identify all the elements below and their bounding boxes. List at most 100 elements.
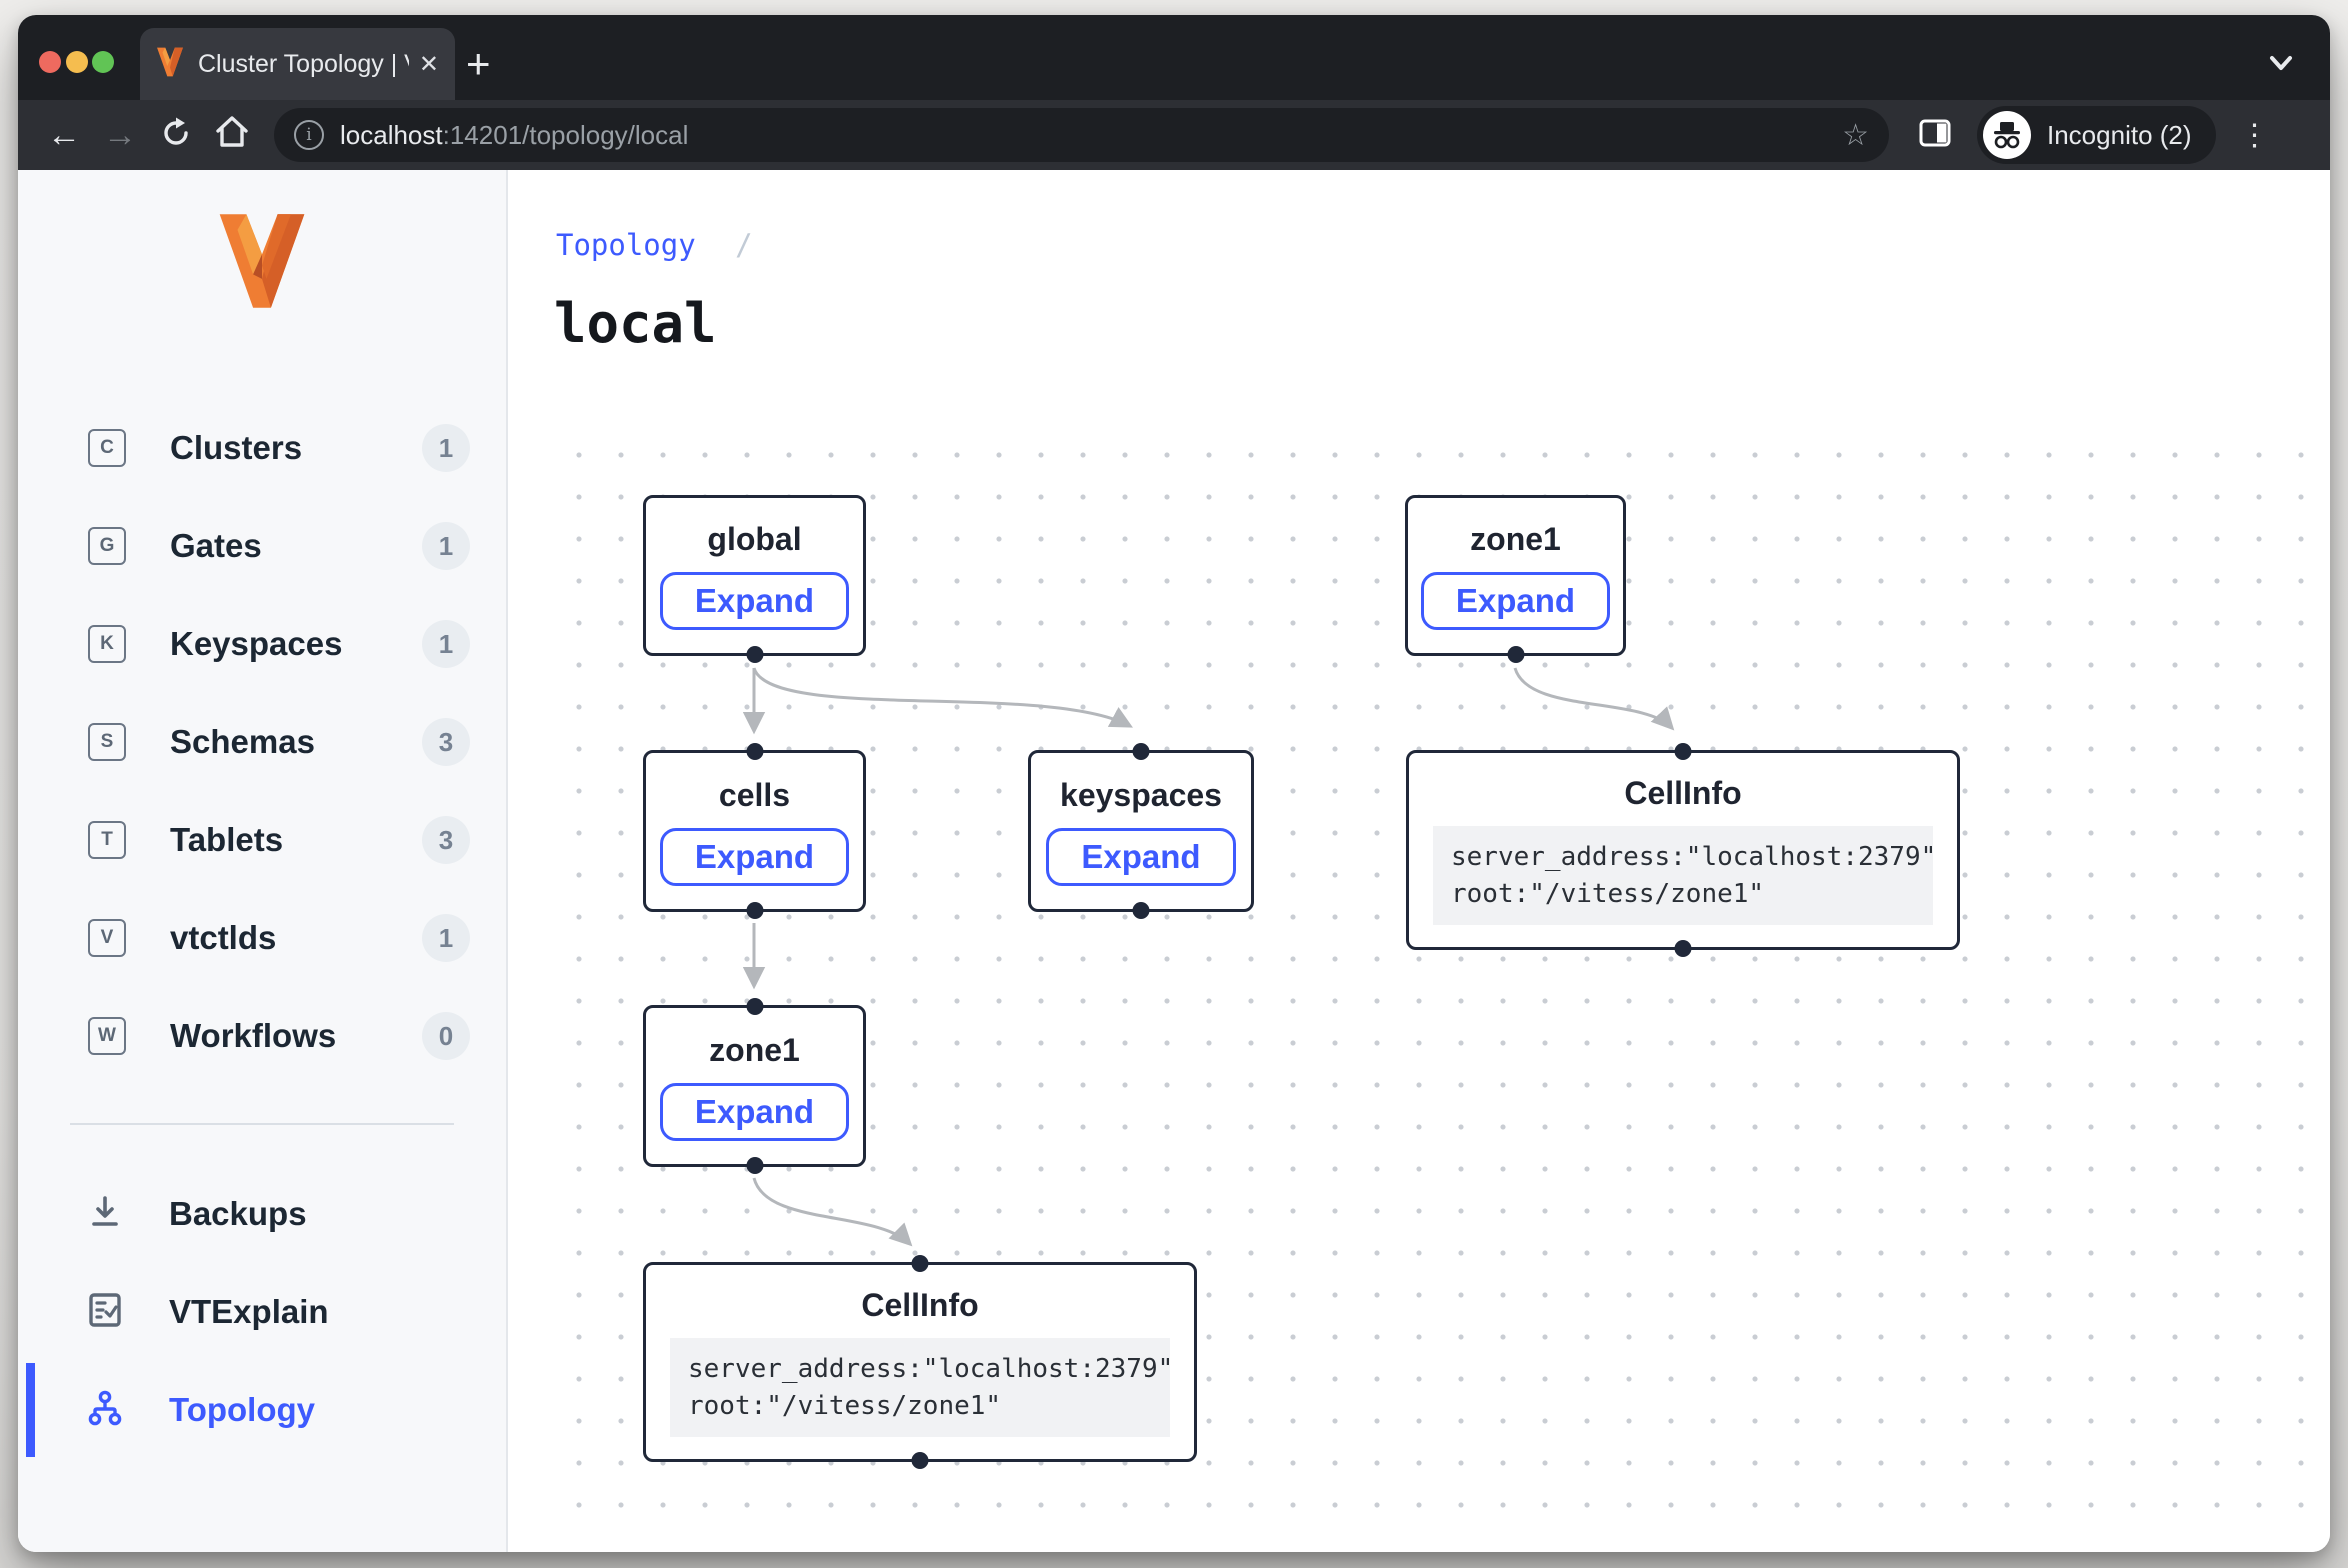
- connection-point: [746, 1157, 763, 1174]
- browser-toolbar: ← → i localhost:14201/topology/local ☆: [18, 100, 2330, 170]
- incognito-badge[interactable]: Incognito (2): [1977, 106, 2216, 164]
- node-keyspaces: keyspaces Expand: [1028, 750, 1254, 912]
- tab-close-icon[interactable]: ✕: [419, 50, 439, 79]
- minimize-window-button[interactable]: [66, 51, 88, 73]
- count-badge: 0: [422, 1012, 470, 1060]
- vtadmin-page: C Clusters 1 G Gates 1 K Keyspaces 1: [18, 170, 2330, 1552]
- expand-button-keyspaces[interactable]: Expand: [1046, 828, 1235, 886]
- count-badge: 1: [422, 522, 470, 570]
- sidebar-divider: [70, 1123, 454, 1125]
- main-content: Topology / local: [508, 170, 2330, 1552]
- sidebar-item-topology[interactable]: Topology: [18, 1361, 506, 1459]
- connection-point: [1675, 940, 1692, 957]
- node-title: cells: [719, 777, 790, 814]
- home-icon[interactable]: [204, 112, 260, 158]
- topology-icon: [85, 1389, 125, 1432]
- forward-icon[interactable]: →: [92, 116, 148, 155]
- workflows-icon: W: [88, 1017, 126, 1055]
- new-tab-button[interactable]: +: [466, 45, 491, 83]
- connection-point: [912, 1255, 929, 1272]
- connection-point: [1133, 743, 1150, 760]
- node-zone1-lower: zone1 Expand: [643, 1005, 866, 1167]
- tab-search-chevron-icon[interactable]: [2264, 53, 2298, 80]
- code-line: server_address:"localhost:2379": [688, 1354, 1173, 1384]
- keyspaces-icon: K: [88, 625, 126, 663]
- code-line: root:"/vitess/zone1": [1451, 879, 1764, 909]
- sidebar-item-label: vtctlds: [170, 919, 276, 957]
- sidebar-item-clusters[interactable]: C Clusters 1: [18, 399, 506, 497]
- node-title: CellInfo: [1624, 775, 1741, 812]
- breadcrumb: Topology /: [556, 228, 753, 262]
- expand-button-zone1-lower[interactable]: Expand: [660, 1083, 849, 1141]
- url-text[interactable]: localhost:14201/topology/local: [340, 120, 688, 151]
- bookmark-star-icon[interactable]: ☆: [1842, 118, 1869, 153]
- menu-kebab-icon[interactable]: ⋮: [2240, 118, 2270, 153]
- browser-tab[interactable]: Cluster Topology | VTAdmin ✕: [140, 28, 455, 100]
- connection-point: [1507, 646, 1524, 663]
- node-title: CellInfo: [861, 1287, 978, 1324]
- count-badge: 1: [422, 424, 470, 472]
- sidebar-item-vtctlds[interactable]: V vtctlds 1: [18, 889, 506, 987]
- sidebar-item-label: Tablets: [170, 821, 283, 859]
- vitess-favicon-icon: [156, 47, 184, 82]
- sidebar-item-schemas[interactable]: S Schemas 3: [18, 693, 506, 791]
- sidebar-item-backups[interactable]: Backups: [18, 1165, 506, 1263]
- reload-icon[interactable]: [148, 112, 204, 159]
- sidebar-item-label: Schemas: [170, 723, 315, 761]
- connection-point: [1133, 902, 1150, 919]
- node-title: keyspaces: [1060, 777, 1222, 814]
- sidebar-item-label: Gates: [170, 527, 262, 565]
- sidebar-item-workflows[interactable]: W Workflows 0: [18, 987, 506, 1085]
- count-badge: 1: [422, 914, 470, 962]
- vitess-logo: [18, 170, 506, 355]
- zoom-window-button[interactable]: [92, 51, 114, 73]
- count-badge: 3: [422, 816, 470, 864]
- sidebar-item-label: Clusters: [170, 429, 302, 467]
- address-bar[interactable]: i localhost:14201/topology/local ☆: [274, 108, 1889, 162]
- connection-point: [1675, 743, 1692, 760]
- node-global: global Expand: [643, 495, 866, 656]
- expand-button-global[interactable]: Expand: [660, 572, 849, 630]
- tablets-icon: T: [88, 821, 126, 859]
- sidebar-item-label: Keyspaces: [170, 625, 342, 663]
- sidebar-item-keyspaces[interactable]: K Keyspaces 1: [18, 595, 506, 693]
- sidebar-item-tablets[interactable]: T Tablets 3: [18, 791, 506, 889]
- close-window-button[interactable]: [39, 51, 61, 73]
- sidebar-item-label: VTExplain: [169, 1293, 329, 1331]
- cellinfo-code: server_address:"localhost:2379"root:"/vi…: [670, 1338, 1170, 1438]
- side-panel-icon[interactable]: [1919, 119, 1951, 152]
- desktop: Cluster Topology | VTAdmin ✕ + ← →: [0, 0, 2348, 1568]
- breadcrumb-topology-link[interactable]: Topology: [556, 228, 696, 262]
- connection-point: [746, 902, 763, 919]
- connection-point: [746, 743, 763, 760]
- count-badge: 1: [422, 620, 470, 668]
- url-host: localhost: [340, 120, 443, 150]
- count-badge: 3: [422, 718, 470, 766]
- node-title: zone1: [1470, 521, 1561, 558]
- gates-icon: G: [88, 527, 126, 565]
- url-path: :14201/topology/local: [443, 120, 689, 150]
- sidebar: C Clusters 1 G Gates 1 K Keyspaces 1: [18, 170, 508, 1552]
- browser-window: Cluster Topology | VTAdmin ✕ + ← →: [18, 15, 2330, 1552]
- expand-button-zone1-top[interactable]: Expand: [1421, 572, 1610, 630]
- connection-point: [746, 646, 763, 663]
- cellinfo-code: server_address:"localhost:2379" root:"/vi…: [1433, 826, 1933, 926]
- node-title: zone1: [709, 1032, 800, 1069]
- code-line: server_address:"localhost:2379": [1451, 842, 1936, 872]
- page-title: local: [554, 292, 717, 355]
- connection-point: [912, 1452, 929, 1469]
- back-icon[interactable]: ←: [36, 116, 92, 155]
- incognito-spy-icon: [1983, 111, 2031, 159]
- tab-title: Cluster Topology | VTAdmin: [198, 50, 409, 79]
- incognito-label: Incognito (2): [2047, 120, 2192, 151]
- site-info-icon[interactable]: i: [294, 120, 324, 150]
- node-cellinfo-right: CellInfo server_address:"localhost:2379"…: [1406, 750, 1960, 950]
- download-icon: [85, 1194, 125, 1235]
- document-check-icon: [85, 1292, 125, 1333]
- sidebar-item-gates[interactable]: G Gates 1: [18, 497, 506, 595]
- connection-point: [746, 998, 763, 1015]
- sidebar-item-label: Workflows: [170, 1017, 336, 1055]
- node-cells: cells Expand: [643, 750, 866, 912]
- expand-button-cells[interactable]: Expand: [660, 828, 849, 886]
- sidebar-item-vtexplain[interactable]: VTExplain: [18, 1263, 506, 1361]
